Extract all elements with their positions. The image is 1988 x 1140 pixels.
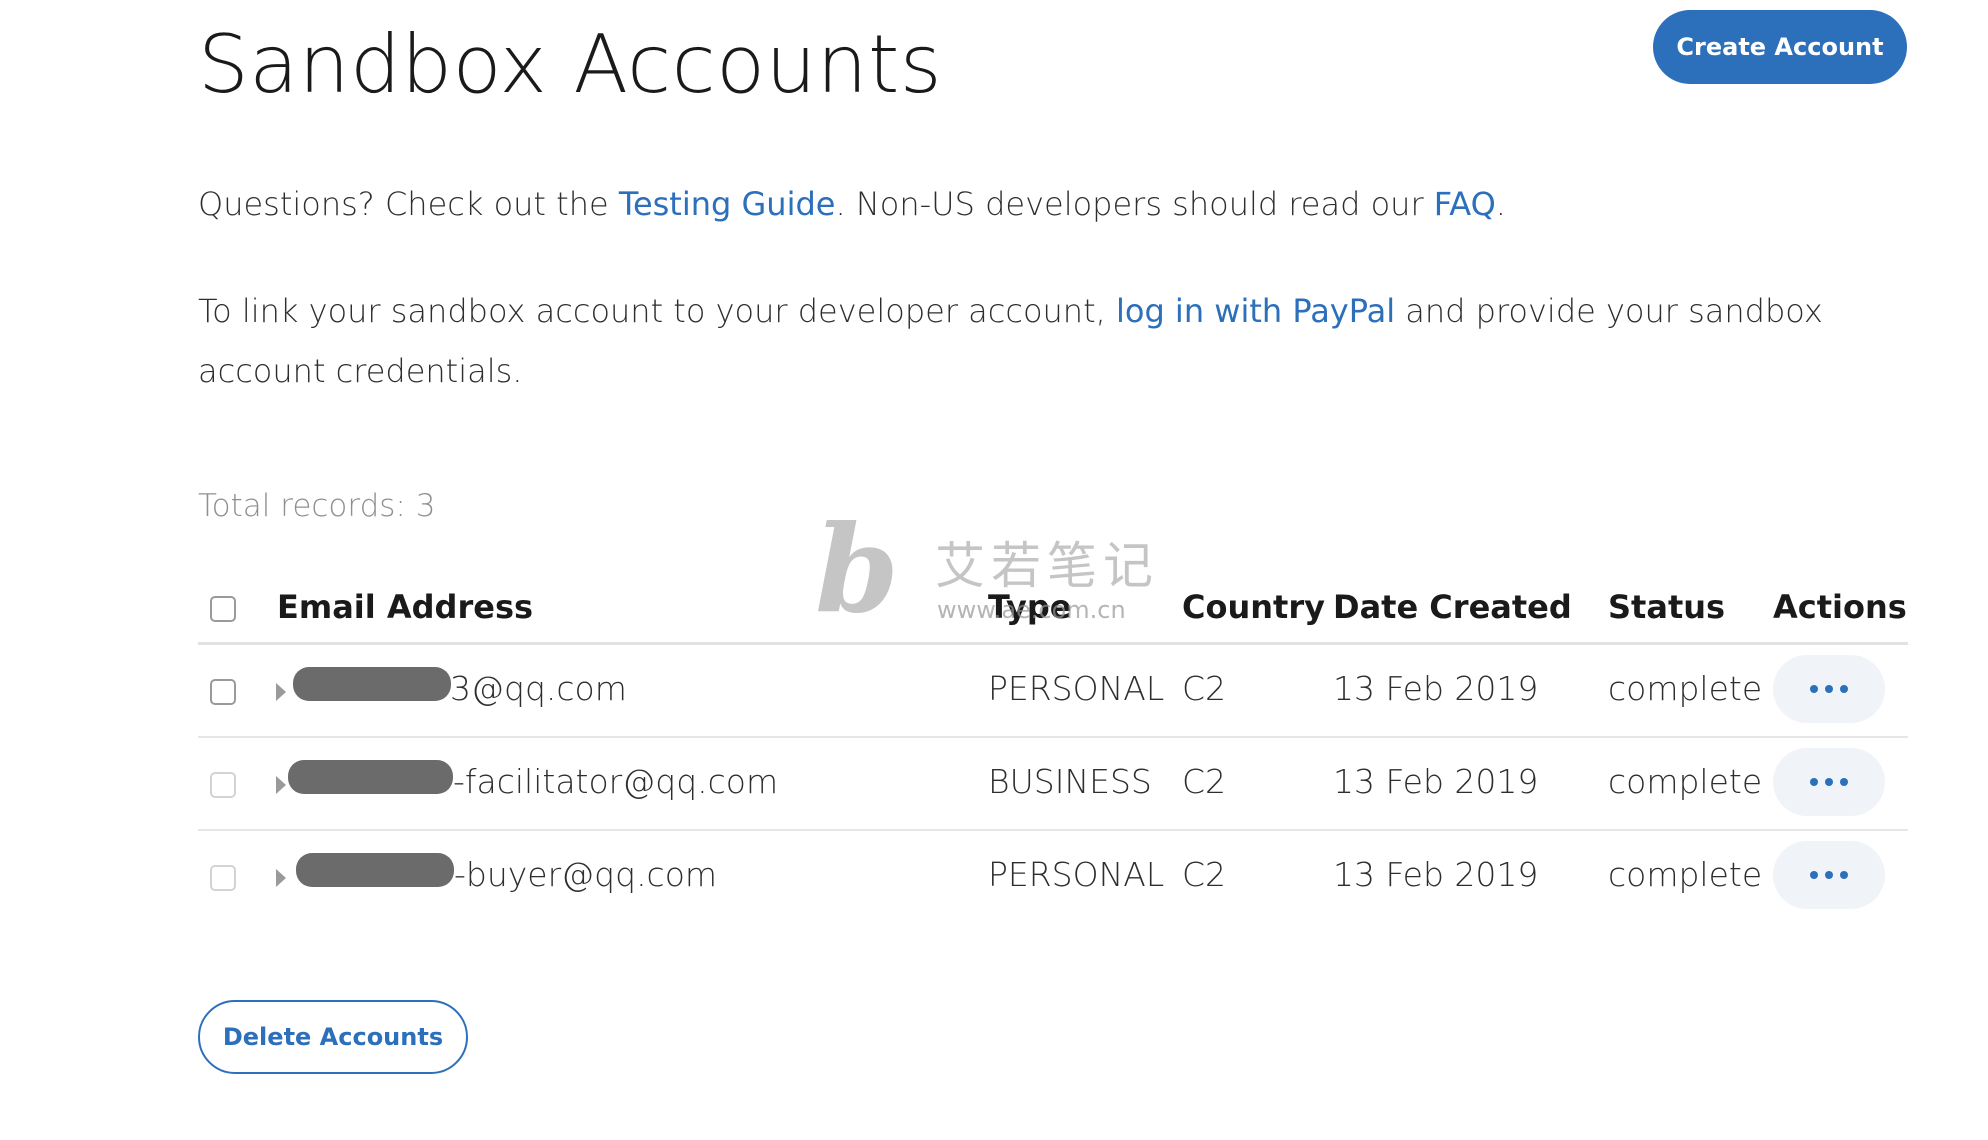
intro-questions: Questions? Check out the Testing Guide. … [198,174,1838,234]
column-header-country[interactable]: Country [1182,588,1325,626]
intro-text: Questions? Check out the [198,185,619,223]
country-cell: C2 [1182,855,1227,894]
intro-text: To link your sandbox account to your dev… [198,292,1116,330]
more-horizontal-icon [1810,871,1848,879]
column-header-type[interactable]: Type [988,588,1072,626]
select-all-checkbox[interactable] [210,596,236,622]
more-horizontal-icon [1810,778,1848,786]
status-cell: complete [1608,855,1763,894]
date-cell: 13 Feb 2019 [1333,762,1539,801]
accounts-table: Email Address Type Country Date Created … [198,570,1908,922]
table-row: -buyer@qq.com PERSONAL C2 13 Feb 2019 co… [198,831,1908,922]
table-row: 3@qq.com PERSONAL C2 13 Feb 2019 complet… [198,645,1908,738]
sandbox-accounts-page: Sandbox Accounts Create Account Question… [0,0,1988,1140]
row-checkbox[interactable] [210,679,236,705]
row-checkbox[interactable] [210,865,236,891]
login-with-paypal-link[interactable]: log in with PayPal [1116,292,1395,330]
redacted-email-part [293,667,451,701]
create-account-button[interactable]: Create Account [1653,10,1907,84]
caret-right-icon[interactable] [276,683,286,701]
column-header-date[interactable]: Date Created [1333,588,1572,626]
caret-right-icon[interactable] [276,776,286,794]
caret-right-icon[interactable] [276,869,286,887]
table-header: Email Address Type Country Date Created … [198,570,1908,645]
row-actions-button[interactable] [1773,655,1885,723]
row-actions-button[interactable] [1773,841,1885,909]
email-cell: 3@qq.com [450,669,627,708]
table-row: -facilitator@qq.com BUSINESS C2 13 Feb 2… [198,738,1908,831]
intro-text: . [1495,185,1506,223]
status-cell: complete [1608,762,1763,801]
intro-link-account: To link your sandbox account to your dev… [198,281,1838,401]
type-cell: PERSONAL [988,669,1165,708]
country-cell: C2 [1182,669,1227,708]
date-cell: 13 Feb 2019 [1333,855,1539,894]
type-cell: BUSINESS [988,762,1152,801]
row-actions-button[interactable] [1773,748,1885,816]
email-cell: -buyer@qq.com [454,855,718,894]
total-records: Total records: 3 [198,488,436,524]
intro-text: . Non-US developers should read our [835,185,1434,223]
email-cell: -facilitator@qq.com [453,762,779,801]
status-cell: complete [1608,669,1763,708]
country-cell: C2 [1182,762,1227,801]
delete-accounts-button[interactable]: Delete Accounts [198,1000,468,1074]
date-cell: 13 Feb 2019 [1333,669,1539,708]
faq-link[interactable]: FAQ [1434,185,1496,223]
redacted-email-part [288,760,453,794]
page-title: Sandbox Accounts [198,18,943,111]
column-header-actions: Actions [1773,588,1907,626]
more-horizontal-icon [1810,685,1848,693]
column-header-email[interactable]: Email Address [277,588,533,626]
row-checkbox[interactable] [210,772,236,798]
redacted-email-part [296,853,454,887]
type-cell: PERSONAL [988,855,1165,894]
testing-guide-link[interactable]: Testing Guide [619,185,836,223]
column-header-status[interactable]: Status [1608,588,1725,626]
